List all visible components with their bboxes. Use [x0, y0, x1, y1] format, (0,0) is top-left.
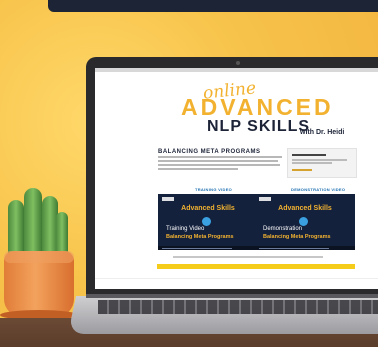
video-topic: Balancing Meta Programs — [166, 234, 234, 240]
top-banner — [48, 0, 378, 12]
cactus-stem — [56, 212, 68, 255]
video-title: Advanced Skills — [278, 205, 332, 212]
cactus-stem — [24, 188, 42, 255]
caption-text — [173, 256, 323, 258]
video-progress[interactable] — [259, 247, 329, 249]
video-subtitle: Training Video — [166, 226, 205, 232]
logo-main: ADVANCED — [181, 94, 334, 120]
video-title: Advanced Skills — [181, 205, 235, 212]
intro-paragraph — [158, 156, 282, 172]
video-player[interactable]: Advanced Skills Training Video Balancing… — [158, 194, 258, 250]
logo-sub: NLP SKILLS — [207, 118, 311, 135]
course-logo: online ADVANCED NLP SKILLS with Dr. Heid… — [181, 78, 371, 138]
photo-background: online ADVANCED NLP SKILLS with Dr. Heid… — [0, 0, 378, 347]
laptop-screen: online ADVANCED NLP SKILLS with Dr. Heid… — [95, 68, 378, 289]
video-brand-mark — [259, 197, 271, 201]
footer-divider — [95, 278, 378, 279]
video-label: TRAINING VIDEO — [195, 187, 233, 192]
video-topic: Balancing Meta Programs — [263, 234, 331, 240]
sidebar-widget — [287, 148, 357, 178]
plant-pot-rim — [4, 251, 74, 263]
webcam-icon — [236, 61, 240, 65]
video-progress[interactable] — [162, 247, 232, 249]
cactus-stem — [8, 200, 24, 255]
video-label: DEMONSTRATION VIDEO — [291, 187, 346, 192]
laptop-keyboard — [98, 300, 378, 314]
logo-author: with Dr. Heidi — [300, 129, 345, 136]
sidebar-link[interactable] — [292, 169, 312, 171]
video-player[interactable]: Advanced Skills Demonstration Balancing … — [255, 194, 355, 250]
highlight-bar — [157, 264, 355, 269]
section-heading: BALANCING META PROGRAMS — [158, 149, 261, 155]
video-subtitle: Demonstration — [263, 226, 303, 232]
video-brand-mark — [162, 197, 174, 201]
laptop-lid: online ADVANCED NLP SKILLS with Dr. Heid… — [86, 57, 378, 297]
laptop-hinge — [86, 294, 378, 298]
play-icon[interactable] — [299, 217, 308, 226]
play-icon[interactable] — [202, 217, 211, 226]
browser-toolbar — [95, 68, 378, 72]
